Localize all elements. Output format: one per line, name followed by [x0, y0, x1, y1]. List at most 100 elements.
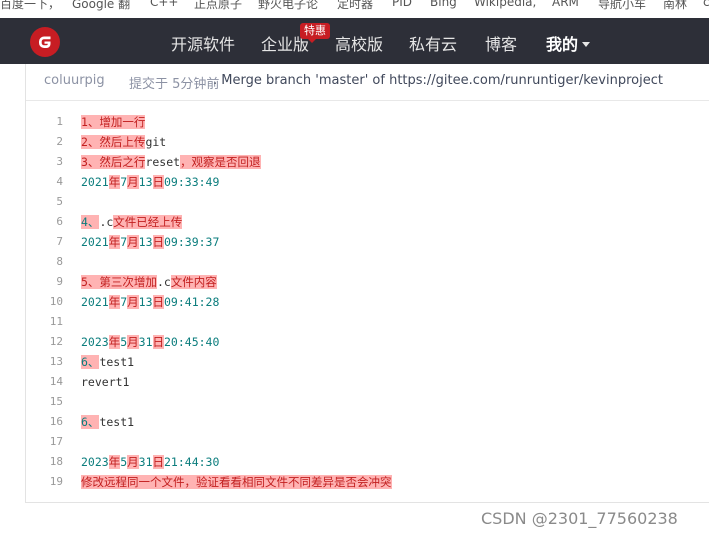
diff-highlight: 月 — [127, 455, 139, 469]
bookmark-baidu[interactable]: 百度一下， — [0, 0, 60, 12]
bookmark-timer[interactable]: 定时器 — [337, 0, 373, 12]
bookmark-zhengdian[interactable]: 正点原子 — [194, 0, 242, 12]
line-number[interactable]: 16 — [26, 412, 63, 432]
diff-highlight: 文件内容 — [170, 275, 217, 289]
gitee-logo[interactable] — [30, 27, 60, 57]
code-token: 13 — [138, 235, 153, 249]
diff-highlight: 月 — [127, 335, 139, 349]
line-number[interactable]: 13 — [26, 352, 63, 372]
line-number[interactable]: 7 — [26, 232, 63, 252]
commit-info-bar: coluurpig 提交于 5分钟前 . Merge branch 'maste… — [26, 64, 709, 101]
line-number[interactable]: 11 — [26, 312, 63, 332]
top-nav: 开源软件 企业版 特惠 高校版 私有云 博客 我的 — [0, 18, 709, 64]
code-line: 10 2021年7月13日09:41:28 — [26, 292, 709, 312]
commit-author[interactable]: coluurpig — [44, 73, 105, 88]
bookmark-nanlin[interactable]: 南林 — [663, 0, 687, 12]
code-line: 18 2023年5月31日21:44:30 — [26, 452, 709, 472]
code-token: 2023 — [81, 335, 109, 349]
code-token: .c — [99, 215, 114, 229]
nav-blog[interactable]: 博客 — [485, 31, 517, 55]
nav-education[interactable]: 高校版 — [335, 31, 383, 55]
line-number[interactable]: 1 — [26, 112, 63, 132]
code-line: 4 2021年7月13日09:33:49 — [26, 172, 709, 192]
nav-mine[interactable]: 我的 — [546, 31, 578, 55]
bookmark-cpp[interactable]: C++ — [150, 0, 179, 9]
code-token: test1 — [99, 355, 135, 369]
line-number[interactable]: 6 — [26, 212, 63, 232]
line-content: 2021年7月13日09:33:49 — [81, 172, 219, 192]
line-content: revert1 — [81, 372, 129, 392]
line-number[interactable]: 9 — [26, 272, 63, 292]
code-token: 09:39:37 — [164, 235, 220, 249]
code-line: 19 修改远程同一个文件，验证看看相同文件不同差异是否会冲突 — [26, 472, 709, 492]
bookmark-yehuo[interactable]: 野火电子论 — [258, 0, 318, 12]
diff-highlight: 日 — [152, 235, 164, 249]
diff-highlight: 5、第三次增加 — [81, 275, 157, 289]
code-token: revert1 — [81, 375, 130, 389]
line-number[interactable]: 18 — [26, 452, 63, 472]
code-token: 21:44:30 — [164, 455, 220, 469]
diff-highlight: 月 — [127, 295, 139, 309]
line-number[interactable]: 14 — [26, 372, 63, 392]
line-number[interactable]: 2 — [26, 132, 63, 152]
bookmark-google-translate[interactable]: Google 翻 — [72, 0, 130, 12]
code-token: .c — [156, 275, 171, 289]
diff-highlight: 年 — [108, 295, 121, 309]
diff-highlight: 1、增加一行 — [81, 115, 146, 129]
line-number[interactable]: 5 — [26, 192, 63, 212]
bookmark-pid[interactable]: PID — [392, 0, 412, 9]
file-panel: coluurpig 提交于 5分钟前 . Merge branch 'maste… — [25, 64, 709, 503]
diff-highlight: 年 — [108, 235, 121, 249]
nav-private-cloud[interactable]: 私有云 — [409, 31, 457, 55]
nav-open-source[interactable]: 开源软件 — [171, 31, 235, 55]
code-line: 17 — [26, 432, 709, 452]
line-content: 4、.c文件已经上传 — [81, 212, 183, 232]
line-number[interactable]: 15 — [26, 392, 63, 412]
code-token: 2023 — [81, 455, 109, 469]
line-number[interactable]: 4 — [26, 172, 63, 192]
code-line: 14 revert1 — [26, 372, 709, 392]
code-token: 13 — [138, 295, 153, 309]
diff-highlight: 日 — [152, 335, 164, 349]
line-number[interactable]: 12 — [26, 332, 63, 352]
line-number[interactable]: 8 — [26, 252, 63, 272]
line-content: 6、test1 — [81, 412, 134, 432]
code-line: 3 3、然后之行reset，观察是否回退 — [26, 152, 709, 172]
bookmark-c[interactable]: c — [703, 0, 709, 9]
bookmark-nav-car[interactable]: 导航小车 — [598, 0, 646, 12]
code-token: 2021 — [81, 295, 109, 309]
diff-highlight: 年 — [108, 175, 121, 189]
code-token: 31 — [138, 455, 153, 469]
diff-highlight: 日 — [152, 175, 164, 189]
line-content: 1、增加一行 — [81, 112, 146, 132]
bookmark-arm[interactable]: ARM — [552, 0, 579, 9]
code-token: reset — [145, 155, 181, 169]
line-number[interactable]: 10 — [26, 292, 63, 312]
line-content: 2021年7月13日09:41:28 — [81, 292, 219, 312]
line-number[interactable]: 3 — [26, 152, 63, 172]
promo-badge: 特惠 — [300, 23, 330, 43]
bookmark-wikipedia[interactable]: Wikipedia, — [474, 0, 536, 9]
csdn-watermark: CSDN @2301_77560238 — [481, 509, 678, 528]
diff-highlight: 文件已经上传 — [113, 215, 183, 229]
code-line: 8 — [26, 252, 709, 272]
chevron-down-icon[interactable] — [582, 42, 590, 47]
code-token: test1 — [99, 415, 135, 429]
diff-highlight: 3、然后之行 — [81, 155, 146, 169]
code-line: 7 2021年7月13日09:39:37 — [26, 232, 709, 252]
commit-time: 提交于 5分钟前 — [129, 77, 220, 92]
line-content: 2021年7月13日09:39:37 — [81, 232, 219, 252]
diff-highlight: ，观察是否回退 — [180, 155, 261, 169]
code-token: 13 — [138, 175, 153, 189]
line-number[interactable]: 19 — [26, 472, 63, 492]
code-line: 13 6、test1 — [26, 352, 709, 372]
line-number[interactable]: 17 — [26, 432, 63, 452]
diff-highlight: 4、 — [81, 215, 100, 229]
line-content: 5、第三次增加.c文件内容 — [81, 272, 217, 292]
line-content: 2、然后上传git — [81, 132, 166, 152]
diff-highlight: 月 — [127, 175, 139, 189]
code-token: 2021 — [81, 175, 109, 189]
diff-highlight: 6、 — [81, 355, 100, 369]
commit-message[interactable]: . Merge branch 'master' of https://gitee… — [213, 73, 663, 88]
bookmark-bing[interactable]: Bing — [430, 0, 457, 9]
